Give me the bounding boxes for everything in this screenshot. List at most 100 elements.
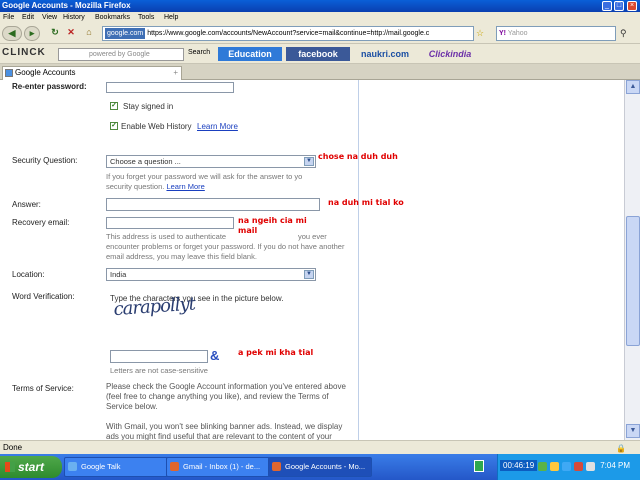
firefox-icon — [272, 462, 281, 471]
dropdown-arrow-icon: ▼ — [304, 270, 314, 279]
location-select[interactable]: India ▼ — [106, 268, 316, 281]
window-title: Google Accounts - Mozilla Firefox — [2, 1, 131, 10]
scroll-down-icon[interactable]: ▼ — [626, 424, 640, 438]
home-icon[interactable]: ⌂ — [82, 26, 96, 41]
search-engine-placeholder: Yahoo — [507, 30, 528, 37]
task-google-accounts[interactable]: Google Accounts - Mo... — [268, 457, 372, 477]
captcha-input[interactable] — [110, 350, 208, 363]
stay-signed-in-checkbox[interactable]: ✓ — [110, 102, 118, 110]
back-button[interactable]: ◀ — [2, 26, 22, 41]
taskbar: start Google Talk Gmail - Inbox (1) - de… — [0, 454, 640, 480]
maximize-button[interactable]: □ — [614, 1, 624, 11]
vertical-scrollbar[interactable]: ▲ ▼ — [624, 80, 640, 440]
naukri-button[interactable]: naukri.com — [354, 47, 416, 61]
tab-google-accounts[interactable]: Google Accounts + — [2, 66, 182, 80]
tray-icon-1[interactable] — [538, 462, 547, 471]
captcha-image: carapollyt — [112, 293, 196, 321]
task-google-talk[interactable]: Google Talk — [64, 457, 168, 477]
bookmark-star-icon[interactable]: ☆ — [476, 28, 484, 39]
reenter-password-input[interactable] — [106, 82, 234, 93]
toolbar-search-button[interactable]: Search — [188, 49, 210, 56]
security-learn-more-link[interactable]: Learn More — [166, 182, 204, 191]
education-button[interactable]: Education — [218, 47, 282, 61]
timer: 00:46:19 — [500, 460, 538, 471]
annotation-answer: na duh mi tial ko — [328, 198, 404, 207]
page-content: Re-enter password: ✓ Stay signed in ✓ En… — [0, 80, 624, 440]
case-sensitive-note: Letters are not case-sensitive — [110, 366, 208, 375]
terms-label: Terms of Service: — [12, 384, 74, 393]
task-label: Google Accounts - Mo... — [285, 462, 366, 471]
gmail-ads-text: With Gmail, you won't see blinking banne… — [106, 422, 343, 440]
task-label: Google Talk — [81, 462, 121, 471]
windows-flag-icon — [5, 462, 15, 472]
yahoo-logo-icon: Y! — [499, 30, 506, 37]
annotation-captcha: a pek mi kha tial — [238, 348, 314, 357]
navigation-toolbar: ◀ ▸ ↻ ✕ ⌂ google.com https://www.google.c… — [0, 23, 640, 44]
tray-icon-5[interactable] — [586, 462, 595, 471]
tab-title: Google Accounts — [15, 68, 76, 77]
recovery-help-3: encounter problems or forget your passwo… — [106, 242, 345, 261]
location-value: India — [110, 270, 127, 279]
url-bar[interactable]: google.com https://www.google.com/account… — [102, 26, 474, 41]
task-label: Gmail - Inbox (1) - de... — [183, 462, 261, 471]
scroll-up-icon[interactable]: ▲ — [626, 80, 640, 94]
tray-icon-3[interactable] — [562, 462, 571, 471]
security-question-select[interactable]: Choose a question ... ▼ — [106, 155, 316, 168]
start-label: start — [18, 460, 45, 474]
site-identity-button[interactable]: google.com — [105, 28, 146, 39]
toolbar-search-input[interactable]: powered by Google — [58, 48, 184, 61]
annotation-security: chose na duh duh — [318, 152, 398, 161]
clock[interactable]: 7:04 PM — [600, 461, 630, 470]
url-text: https://www.google.com/accounts/NewAccou… — [147, 30, 430, 37]
window-title-bar: Google Accounts - Mozilla Firefox — [0, 0, 640, 12]
answer-label: Answer: — [12, 200, 41, 209]
tab-close-icon[interactable]: + — [173, 67, 178, 79]
clickindia-button[interactable]: Clickindia — [420, 47, 480, 61]
dropdown-arrow-icon: ▼ — [304, 157, 314, 166]
web-history-label: Enable Web History — [121, 122, 192, 131]
annotation-email-2: mail — [238, 226, 258, 235]
facebook-button[interactable]: facebook — [286, 47, 350, 61]
tray-icon-2[interactable] — [550, 462, 559, 471]
menu-tools[interactable]: Tools — [138, 12, 154, 23]
menu-help[interactable]: Help — [164, 12, 178, 23]
minimize-button[interactable]: _ — [602, 1, 612, 11]
security-help-text: If you forget your password we will ask … — [106, 172, 322, 192]
web-history-learn-more-link[interactable]: Learn More — [197, 122, 238, 131]
reload-icon[interactable]: ↻ — [48, 26, 62, 41]
web-history-checkbox[interactable]: ✓ — [110, 122, 118, 130]
form-border — [358, 80, 359, 440]
recovery-email-input[interactable] — [106, 217, 234, 229]
green-app-icon[interactable] — [474, 460, 484, 472]
start-button[interactable]: start — [0, 456, 62, 478]
recovery-email-label: Recovery email: — [12, 218, 70, 227]
tray-icon-4[interactable] — [574, 462, 583, 471]
status-text: Done — [3, 443, 23, 452]
word-verification-label: Word Verification: — [12, 292, 75, 301]
status-bar: Done 🔒 — [0, 440, 640, 454]
menu-bookmarks[interactable]: Bookmarks — [95, 12, 130, 23]
menu-view[interactable]: View — [42, 12, 57, 23]
google-talk-icon — [68, 462, 77, 471]
search-magnifier-icon[interactable]: ⚲ — [620, 28, 627, 39]
stop-icon[interactable]: ✕ — [64, 26, 78, 41]
firefox-icon — [170, 462, 179, 471]
menu-bar: File Edit View History Bookmarks Tools H… — [0, 12, 640, 23]
toolbar-search-placeholder: powered by Google — [89, 51, 150, 58]
answer-input[interactable] — [106, 198, 320, 211]
reenter-password-label: Re-enter password: — [12, 82, 87, 91]
menu-history[interactable]: History — [63, 12, 85, 23]
recovery-help-1: This address is used to authenticate — [106, 232, 227, 241]
close-window-button[interactable]: × — [627, 1, 637, 11]
menu-edit[interactable]: Edit — [22, 12, 34, 23]
security-question-value: Choose a question ... — [110, 157, 181, 166]
search-engine-box[interactable]: Y! Yahoo — [496, 26, 616, 41]
scrollbar-thumb[interactable] — [626, 216, 640, 346]
recovery-help-2: you ever — [298, 232, 327, 241]
task-gmail[interactable]: Gmail - Inbox (1) - de... — [166, 457, 270, 477]
forward-button[interactable]: ▸ — [24, 26, 40, 41]
stay-signed-in-label: Stay signed in — [123, 102, 174, 111]
menu-file[interactable]: File — [3, 12, 14, 23]
accessibility-audio-icon[interactable]: & — [210, 348, 219, 363]
terms-text: Please check the Google Account informat… — [106, 382, 346, 411]
